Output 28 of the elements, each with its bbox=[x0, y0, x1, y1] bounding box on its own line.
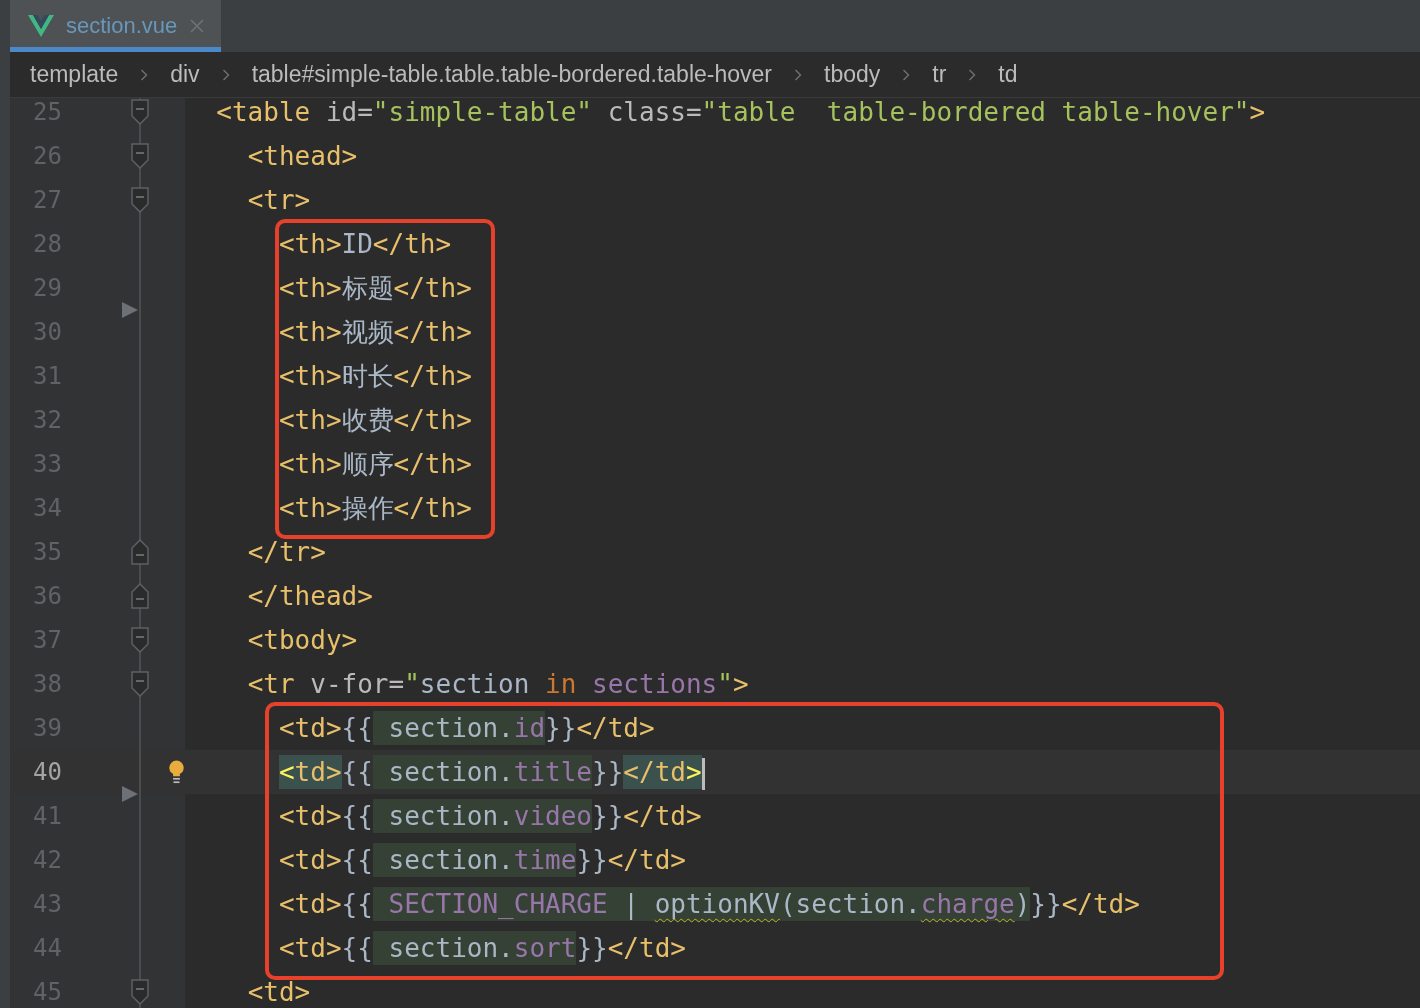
code-line: </tr> bbox=[246, 536, 326, 569]
code-line: <td>{{ section.sort}}</td> bbox=[277, 930, 686, 967]
code-line: <tbody> bbox=[246, 624, 358, 657]
code-line: <td>{{ section.id}}</td> bbox=[277, 710, 655, 747]
code-line: <table id="simple-table" class="table table-bordered table-hover"> bbox=[215, 96, 1266, 129]
code-line: <th>ID</th> bbox=[277, 228, 452, 261]
breadcrumb-item[interactable]: div bbox=[170, 61, 200, 88]
code-line: <td>{{ section.title}}</td> bbox=[185, 750, 705, 794]
breadcrumb-item[interactable]: td bbox=[998, 61, 1018, 88]
code-line: <th>标题</th> bbox=[277, 272, 472, 305]
code-line: <td>{{ SECTION_CHARGE | optionKV(section.charge)}}</td> bbox=[277, 886, 1140, 923]
code-line: <td>{{ section.video}}</td> bbox=[277, 798, 702, 835]
code-line: <thead> bbox=[246, 140, 358, 173]
code-line: <td>{{ section.time}}</td> bbox=[277, 842, 686, 879]
code-line: <th>视频</th> bbox=[277, 316, 472, 349]
code-line: <th>操作</th> bbox=[277, 492, 472, 525]
code-line: <td> bbox=[246, 976, 311, 1008]
breadcrumb-item[interactable]: tr bbox=[932, 61, 947, 88]
breadcrumb-item[interactable]: table#simple-table.table.table-bordered.table-hover bbox=[251, 61, 772, 88]
breadcrumb-item[interactable]: template bbox=[30, 61, 119, 88]
line-number: 40 bbox=[32, 758, 62, 786]
code-line: <th>收费</th> bbox=[277, 404, 472, 437]
code-line: </thead> bbox=[246, 580, 373, 613]
code-line: <th>时长</th> bbox=[277, 360, 472, 393]
breadcrumb-item[interactable]: tbody bbox=[824, 61, 881, 88]
code-line: <th>顺序</th> bbox=[277, 448, 472, 481]
code-line: <tr v-for="section in sections"> bbox=[246, 668, 749, 701]
code-line: <tr> bbox=[246, 184, 311, 217]
